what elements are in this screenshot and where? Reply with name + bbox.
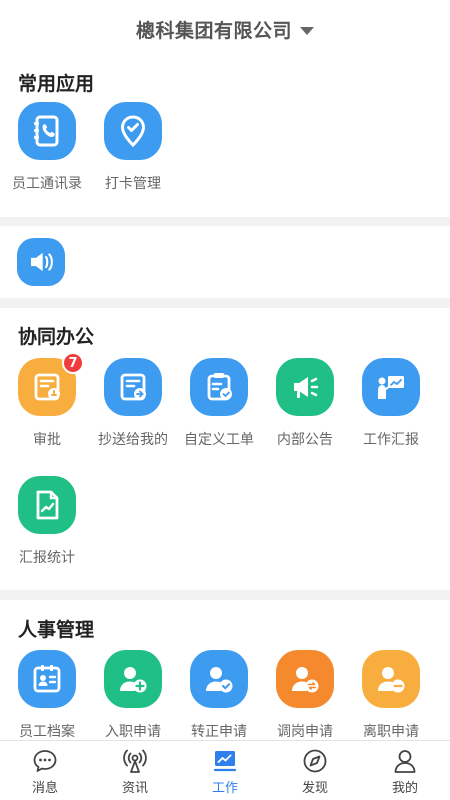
broadcast-icon (123, 749, 147, 773)
tab-messages[interactable]: 消息 (0, 741, 90, 800)
dropdown-caret-icon (300, 26, 314, 35)
section-title-common-apps: 常用应用 (18, 73, 95, 95)
app-label: 打卡管理 (105, 176, 161, 192)
app-report-stats[interactable]: 汇报统计 (2, 476, 92, 567)
chat-bubble-icon (33, 750, 57, 772)
user-add-icon (104, 650, 162, 708)
tab-work[interactable]: 工作 (180, 741, 270, 800)
tab-label: 资讯 (121, 781, 148, 796)
work-chart-icon (213, 751, 237, 772)
common-apps-section: 常用应用 员工通讯录 打卡管理 (0, 58, 450, 217)
id-card-icon (18, 650, 76, 708)
app-label: 离职申请 (363, 724, 419, 740)
app-label: 自定义工单 (184, 432, 254, 448)
app-label: 入职申请 (105, 724, 161, 740)
stats-doc-icon (18, 476, 76, 534)
collab-section: 协同办公 7 审批 抄送给我的 自定义工单 内部公告 工作汇报 汇报统计 (0, 308, 450, 590)
forward-doc-icon (104, 358, 162, 416)
app-regularization[interactable]: 转正申请 (174, 650, 264, 741)
app-label: 员工通讯录 (12, 176, 82, 192)
person-icon (394, 750, 416, 773)
tab-label: 发现 (301, 781, 328, 796)
clipboard-check-icon (190, 358, 248, 416)
approval-badge: 7 (62, 352, 84, 374)
app-onboarding[interactable]: 入职申请 (88, 650, 178, 741)
tab-me[interactable]: 我的 (360, 741, 450, 800)
app-work-report[interactable]: 工作汇报 (346, 358, 436, 449)
app-transfer[interactable]: 调岗申请 (260, 650, 350, 741)
tab-label: 消息 (31, 781, 58, 796)
user-swap-icon (276, 650, 334, 708)
app-employee-files[interactable]: 员工档案 (2, 650, 92, 741)
app-label: 员工档案 (19, 724, 75, 740)
user-remove-icon (362, 650, 420, 708)
megaphone-icon (276, 358, 334, 416)
tab-label: 工作 (211, 781, 238, 796)
work-screen: 樬科集团有限公司 常用应用 员工通讯录 打卡管理 协同办公 7 审批 抄送给我的… (0, 0, 450, 800)
speaker-icon[interactable] (17, 238, 65, 286)
company-header[interactable]: 樬科集团有限公司 (0, 0, 450, 58)
app-label: 抄送给我的 (98, 432, 168, 448)
location-pin-icon (104, 102, 162, 160)
app-label: 内部公告 (277, 432, 333, 448)
compass-icon (303, 749, 327, 773)
app-attendance[interactable]: 打卡管理 (88, 102, 178, 193)
app-label: 工作汇报 (363, 432, 419, 448)
app-custom-ticket[interactable]: 自定义工单 (174, 358, 264, 449)
user-check-icon (190, 650, 248, 708)
app-label: 汇报统计 (19, 550, 75, 566)
app-label: 转正申请 (191, 724, 247, 740)
tab-discover[interactable]: 发现 (270, 741, 360, 800)
section-title-collab: 协同办公 (18, 326, 95, 348)
app-resignation[interactable]: 离职申请 (346, 650, 436, 741)
address-book-icon (18, 102, 76, 160)
app-label: 调岗申请 (277, 724, 333, 740)
app-employee-directory[interactable]: 员工通讯录 (2, 102, 92, 193)
tab-label: 我的 (391, 781, 418, 796)
app-internal-notice[interactable]: 内部公告 (260, 358, 350, 449)
bottom-tab-bar: 消息 资讯 工作 发现 我的 (0, 740, 450, 800)
presentation-icon (362, 358, 420, 416)
app-label: 审批 (33, 432, 61, 448)
app-cc-to-me[interactable]: 抄送给我的 (88, 358, 178, 449)
section-title-hr: 人事管理 (18, 619, 95, 641)
company-name: 樬科集团有限公司 (135, 19, 292, 42)
app-approval[interactable]: 7 审批 (2, 352, 92, 449)
tab-news[interactable]: 资讯 (90, 741, 180, 800)
announcement-strip (0, 226, 450, 298)
